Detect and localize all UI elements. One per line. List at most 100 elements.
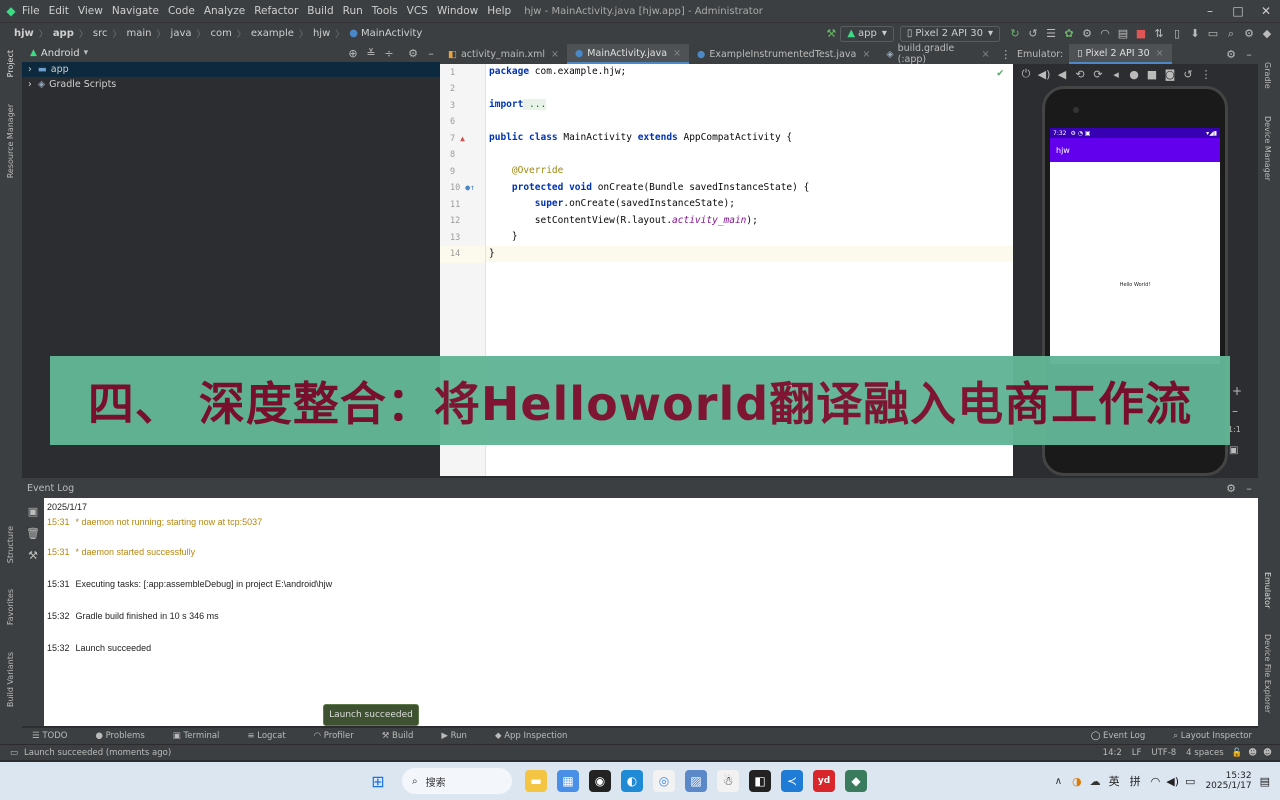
no-problems-check-icon[interactable]: ✔: [997, 66, 1004, 79]
device-manager-icon[interactable]: ▭: [1204, 25, 1222, 43]
device-screen[interactable]: 7:32 ⚙ ◔ ▣ ▾◢▮ hjw Hello World!: [1050, 128, 1220, 364]
inspector-face-icon[interactable]: ☻: [1248, 748, 1257, 758]
hammer-icon[interactable]: ⚒: [822, 25, 840, 43]
structure-tool-tab[interactable]: Structure: [6, 526, 15, 563]
menu-tools[interactable]: Tools: [372, 5, 398, 17]
run-config-dropdown[interactable]: ▲ app ▾: [840, 25, 894, 42]
debug-icon[interactable]: ✿: [1060, 25, 1078, 43]
menu-navigate[interactable]: Navigate: [112, 5, 159, 17]
event-log-settings-icon[interactable]: ⚙: [1222, 479, 1240, 497]
tab-build-gradle[interactable]: ◈ build.gradle (:app) ×: [878, 43, 997, 65]
emulator-tool-tab[interactable]: Emulator: [1263, 572, 1272, 608]
menu-vcs[interactable]: VCS: [407, 5, 428, 17]
file-explorer-icon[interactable]: ▬: [525, 770, 547, 792]
collapse-all-icon[interactable]: ÷: [380, 44, 398, 62]
terminal-tool-tab[interactable]: ▣ Terminal: [173, 731, 234, 741]
breadcrumb-com[interactable]: com: [211, 28, 232, 39]
breadcrumb-main[interactable]: main: [127, 28, 152, 39]
clear-log-icon[interactable]: 🗑: [24, 524, 42, 542]
attach-debugger-icon[interactable]: ⚙: [1078, 25, 1096, 43]
run-tool-tab[interactable]: ▶ Run: [441, 731, 481, 741]
zoom-in-icon[interactable]: +: [1232, 384, 1242, 398]
coverage-icon[interactable]: ▤: [1114, 25, 1132, 43]
chrome-icon[interactable]: ◎: [653, 770, 675, 792]
store-icon[interactable]: ▦: [557, 770, 579, 792]
menu-analyze[interactable]: Analyze: [204, 5, 245, 17]
rerun-icon[interactable]: ↻: [1006, 25, 1024, 43]
caret-position[interactable]: 14:2: [1103, 748, 1122, 758]
layout-inspector-tool-tab[interactable]: ⌕ Layout Inspector: [1173, 731, 1266, 741]
sdk-manager-icon[interactable]: ⬇: [1186, 25, 1204, 43]
notification-icon[interactable]: ▤: [1260, 775, 1270, 788]
file-encoding[interactable]: UTF-8: [1151, 748, 1176, 758]
breadcrumb-src[interactable]: src: [93, 28, 108, 39]
status-message[interactable]: Launch succeeded (moments ago): [24, 748, 171, 758]
tray-app-icon[interactable]: ◑: [1072, 775, 1082, 788]
stop-icon[interactable]: ■: [1132, 25, 1150, 43]
panel-gear-icon[interactable]: ⚙: [404, 44, 422, 62]
locate-icon[interactable]: ⊕: [344, 44, 362, 62]
breadcrumb-module[interactable]: app: [53, 28, 74, 39]
snapshot-icon[interactable]: ↺: [1179, 65, 1197, 83]
ime-language[interactable]: 英: [1109, 773, 1120, 789]
wrench-icon[interactable]: ⚒: [24, 546, 42, 564]
problems-tool-tab[interactable]: ● Problems: [95, 731, 158, 741]
todo-tool-tab[interactable]: ☰ TODO: [32, 731, 81, 741]
menu-code[interactable]: Code: [168, 5, 195, 17]
mark-all-read-icon[interactable]: ▣: [24, 502, 42, 520]
hide-panel-icon[interactable]: –: [1240, 45, 1258, 63]
menu-run[interactable]: Run: [343, 5, 363, 17]
back-icon[interactable]: ◂: [1107, 65, 1125, 83]
youdao-icon[interactable]: yd: [813, 770, 835, 792]
tab-close-icon[interactable]: ×: [673, 48, 681, 59]
edge-browser-icon[interactable]: ◐: [621, 770, 643, 792]
profile-icon[interactable]: ◠: [1096, 25, 1114, 43]
menu-view[interactable]: View: [78, 5, 103, 17]
status-layout-icon[interactable]: ▭: [10, 748, 18, 758]
breadcrumb-example[interactable]: example: [251, 28, 294, 39]
profiler-tool-tab[interactable]: ◠ Profiler: [314, 731, 368, 741]
app-inspection-tool-tab[interactable]: ◆ App Inspection: [495, 731, 581, 741]
apply-changes-icon[interactable]: ↺: [1024, 25, 1042, 43]
override-gutter-icon[interactable]: ●↑: [465, 180, 475, 197]
more-options-icon[interactable]: ⋮: [1197, 65, 1215, 83]
resource-manager-tool-tab[interactable]: Resource Manager: [6, 104, 15, 178]
menu-build[interactable]: Build: [307, 5, 333, 17]
lock-icon[interactable]: 🔓: [1232, 748, 1243, 758]
project-view-selector[interactable]: Android: [41, 48, 80, 59]
device-manager-tool-tab[interactable]: Device Manager: [1263, 116, 1272, 181]
line-separator[interactable]: LF: [1132, 748, 1142, 758]
device-dropdown[interactable]: ▯ Pixel 2 API 30 ▾: [899, 25, 1000, 42]
ime-mode[interactable]: 拼: [1130, 773, 1141, 789]
folded-imports[interactable]: ...: [523, 99, 547, 110]
github-icon[interactable]: ◉: [589, 770, 611, 792]
device-file-explorer-tool-tab[interactable]: Device File Explorer: [1263, 634, 1272, 713]
tab-emulator-device[interactable]: ▯ Pixel 2 API 30 ×: [1069, 44, 1172, 64]
tree-item-app[interactable]: › ▬ app: [22, 62, 440, 77]
android-activity-gutter-icon[interactable]: ▲: [460, 131, 465, 148]
breadcrumb-java[interactable]: java: [171, 28, 192, 39]
overview-icon[interactable]: ■: [1143, 65, 1161, 83]
menu-help[interactable]: Help: [487, 5, 511, 17]
assistant-icon[interactable]: ◆: [1258, 25, 1276, 43]
gradle-tool-tab[interactable]: Gradle: [1263, 62, 1272, 89]
tab-close-icon[interactable]: ×: [1156, 48, 1164, 59]
tray-chevron-icon[interactable]: ∧: [1055, 776, 1062, 787]
logcat-icon[interactable]: ☰: [1042, 25, 1060, 43]
breadcrumb-hjw[interactable]: hjw: [313, 28, 330, 39]
windows-start-icon[interactable]: ⊞: [367, 770, 389, 792]
zoom-out-icon[interactable]: –: [1232, 404, 1238, 418]
photos-icon[interactable]: ▨: [685, 770, 707, 792]
tree-item-gradle-scripts[interactable]: › ◈ Gradle Scripts: [22, 77, 440, 92]
indent-setting[interactable]: 4 spaces: [1186, 748, 1223, 758]
favorites-tool-tab[interactable]: Favorites: [6, 589, 15, 625]
fit-screen-icon[interactable]: ▣: [1229, 445, 1238, 456]
build-variants-tool-tab[interactable]: Build Variants: [6, 652, 15, 707]
tab-main-activity[interactable]: ● MainActivity.java ×: [567, 44, 690, 64]
tab-close-icon[interactable]: ×: [551, 49, 559, 60]
hide-panel-icon[interactable]: –: [1240, 479, 1258, 497]
tab-close-icon[interactable]: ×: [862, 49, 870, 60]
tab-instrumented-test[interactable]: ● ExampleInstrumentedTest.java ×: [689, 44, 878, 64]
emulator-settings-icon[interactable]: ⚙: [1222, 45, 1240, 63]
wifi-icon[interactable]: ◠: [1151, 775, 1161, 788]
